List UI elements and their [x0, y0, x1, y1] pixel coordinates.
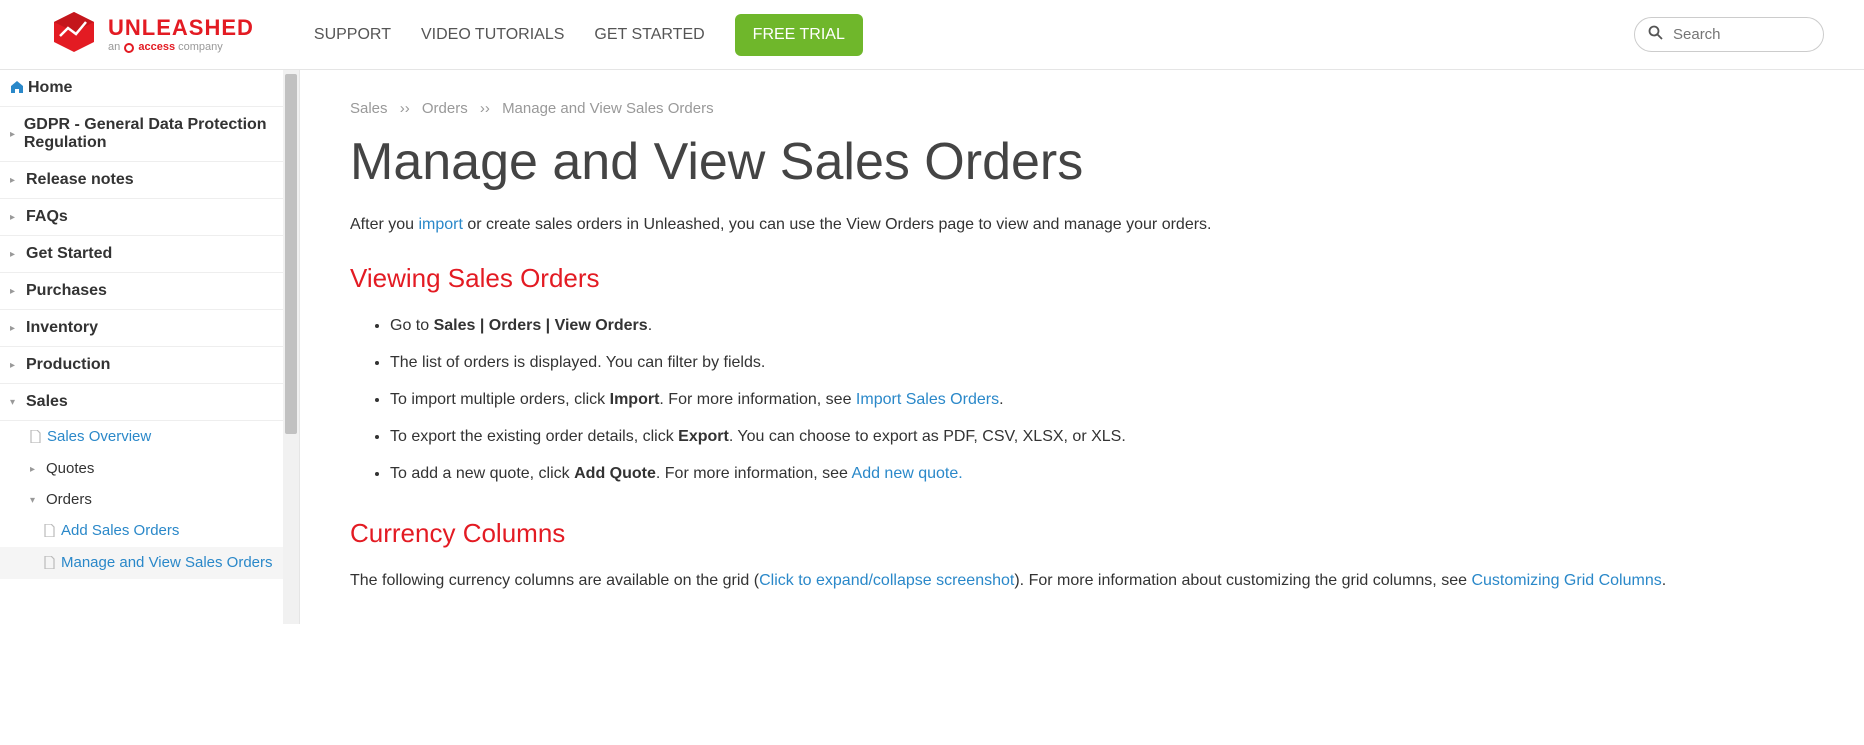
nav-free-trial[interactable]: FREE TRIAL: [735, 14, 863, 56]
link-expand-screenshot[interactable]: Click to expand/collapse screenshot: [759, 572, 1014, 589]
bullet-list-displayed: The list of orders is displayed. You can…: [390, 349, 1750, 376]
sidebar-get-started[interactable]: ▸ Get Started: [0, 236, 299, 273]
chevron-right-icon: ▸: [30, 464, 40, 475]
search-icon: [1648, 25, 1663, 45]
main-content: Sales ›› Orders ›› Manage and View Sales…: [300, 70, 1800, 624]
chevron-down-icon: ▾: [30, 495, 40, 506]
logo[interactable]: UNLEASHED an access company: [50, 10, 254, 59]
sidebar-orders[interactable]: ▾ Orders: [0, 484, 299, 515]
chevron-down-icon: ▾: [10, 397, 20, 408]
sidebar-sales[interactable]: ▾ Sales: [0, 384, 299, 421]
sidebar-item-label: Add Sales Orders: [61, 522, 179, 539]
chevron-right-icon: ▸: [10, 129, 18, 140]
breadcrumb-orders[interactable]: Orders: [422, 100, 468, 117]
sidebar-inventory[interactable]: ▸ Inventory: [0, 310, 299, 347]
sidebar-item-label: Inventory: [26, 319, 98, 337]
scrollbar-thumb[interactable]: [285, 74, 297, 434]
sidebar-production[interactable]: ▸ Production: [0, 347, 299, 384]
sidebar-item-label: Release notes: [26, 171, 134, 189]
document-icon: [44, 524, 55, 540]
breadcrumb-current: Manage and View Sales Orders: [502, 100, 714, 117]
intro-paragraph: After you import or create sales orders …: [350, 212, 1750, 238]
sidebar-item-label: Home: [28, 79, 72, 97]
nav-get-started[interactable]: GET STARTED: [594, 26, 704, 44]
sidebar-quotes[interactable]: ▸ Quotes: [0, 453, 299, 484]
sidebar-item-label: Manage and View Sales Orders: [61, 554, 273, 571]
sidebar-item-label: FAQs: [26, 208, 68, 226]
document-icon: [44, 556, 55, 572]
sidebar-manage-view-sales-orders[interactable]: Manage and View Sales Orders: [0, 547, 299, 579]
logo-text: UNLEASHED an access company: [108, 15, 254, 53]
chevron-right-icon: ▸: [10, 360, 20, 371]
sidebar-home[interactable]: Home: [0, 70, 299, 107]
sidebar-item-label: Get Started: [26, 245, 112, 263]
scrollbar-track[interactable]: [283, 70, 299, 624]
sidebar-item-label: Purchases: [26, 282, 107, 300]
sidebar-item-label: GDPR - General Data Protection Regulatio…: [24, 116, 283, 152]
sidebar-item-label: Sales Overview: [47, 428, 151, 445]
top-nav: SUPPORT VIDEO TUTORIALS GET STARTED FREE…: [314, 14, 863, 56]
breadcrumb-sep: ››: [480, 100, 490, 117]
sidebar-item-label: Orders: [46, 491, 92, 508]
header: UNLEASHED an access company SUPPORT VIDE…: [0, 0, 1864, 70]
breadcrumb: Sales ›› Orders ›› Manage and View Sales…: [350, 100, 1750, 117]
sidebar: Home ▸ GDPR - General Data Protection Re…: [0, 70, 300, 624]
sidebar-gdpr[interactable]: ▸ GDPR - General Data Protection Regulat…: [0, 107, 299, 162]
logo-sub-text: an access company: [108, 41, 254, 53]
content-list: Go to Sales | Orders | View Orders. The …: [350, 312, 1750, 488]
nav-videos[interactable]: VIDEO TUTORIALS: [421, 26, 564, 44]
sidebar-item-label: Production: [26, 356, 110, 374]
chevron-right-icon: ▸: [10, 175, 20, 186]
link-import[interactable]: import: [418, 216, 462, 233]
bullet-export: To export the existing order details, cl…: [390, 423, 1750, 450]
sidebar-faqs[interactable]: ▸ FAQs: [0, 199, 299, 236]
home-icon: [10, 80, 24, 97]
page-title: Manage and View Sales Orders: [350, 132, 1750, 192]
sidebar-purchases[interactable]: ▸ Purchases: [0, 273, 299, 310]
section-viewing-sales-orders: Viewing Sales Orders: [350, 263, 1750, 294]
access-ring-icon: [123, 42, 135, 54]
document-icon: [30, 430, 41, 446]
sidebar-item-label: Quotes: [46, 460, 94, 477]
logo-main-text: UNLEASHED: [108, 15, 254, 41]
sidebar-sales-overview[interactable]: Sales Overview: [0, 421, 299, 453]
sidebar-release-notes[interactable]: ▸ Release notes: [0, 162, 299, 199]
nav-support[interactable]: SUPPORT: [314, 26, 391, 44]
currency-paragraph: The following currency columns are avail…: [350, 567, 1750, 594]
link-import-sales-orders[interactable]: Import Sales Orders: [856, 391, 999, 408]
chevron-right-icon: ▸: [10, 286, 20, 297]
link-customizing-grid[interactable]: Customizing Grid Columns: [1471, 572, 1661, 589]
chevron-right-icon: ▸: [10, 212, 20, 223]
sidebar-add-sales-orders[interactable]: Add Sales Orders: [0, 515, 299, 547]
chevron-right-icon: ▸: [10, 323, 20, 334]
section-currency-columns: Currency Columns: [350, 518, 1750, 549]
bullet-import: To import multiple orders, click Import.…: [390, 386, 1750, 413]
breadcrumb-sep: ››: [400, 100, 410, 117]
bullet-goto: Go to Sales | Orders | View Orders.: [390, 312, 1750, 339]
logo-icon: [50, 10, 98, 59]
chevron-right-icon: ▸: [10, 249, 20, 260]
bullet-add-quote: To add a new quote, click Add Quote. For…: [390, 460, 1750, 487]
link-add-new-quote[interactable]: Add new quote.: [852, 465, 963, 482]
sidebar-item-label: Sales: [26, 393, 68, 411]
search-wrap: [1634, 17, 1824, 52]
breadcrumb-sales[interactable]: Sales: [350, 100, 388, 117]
